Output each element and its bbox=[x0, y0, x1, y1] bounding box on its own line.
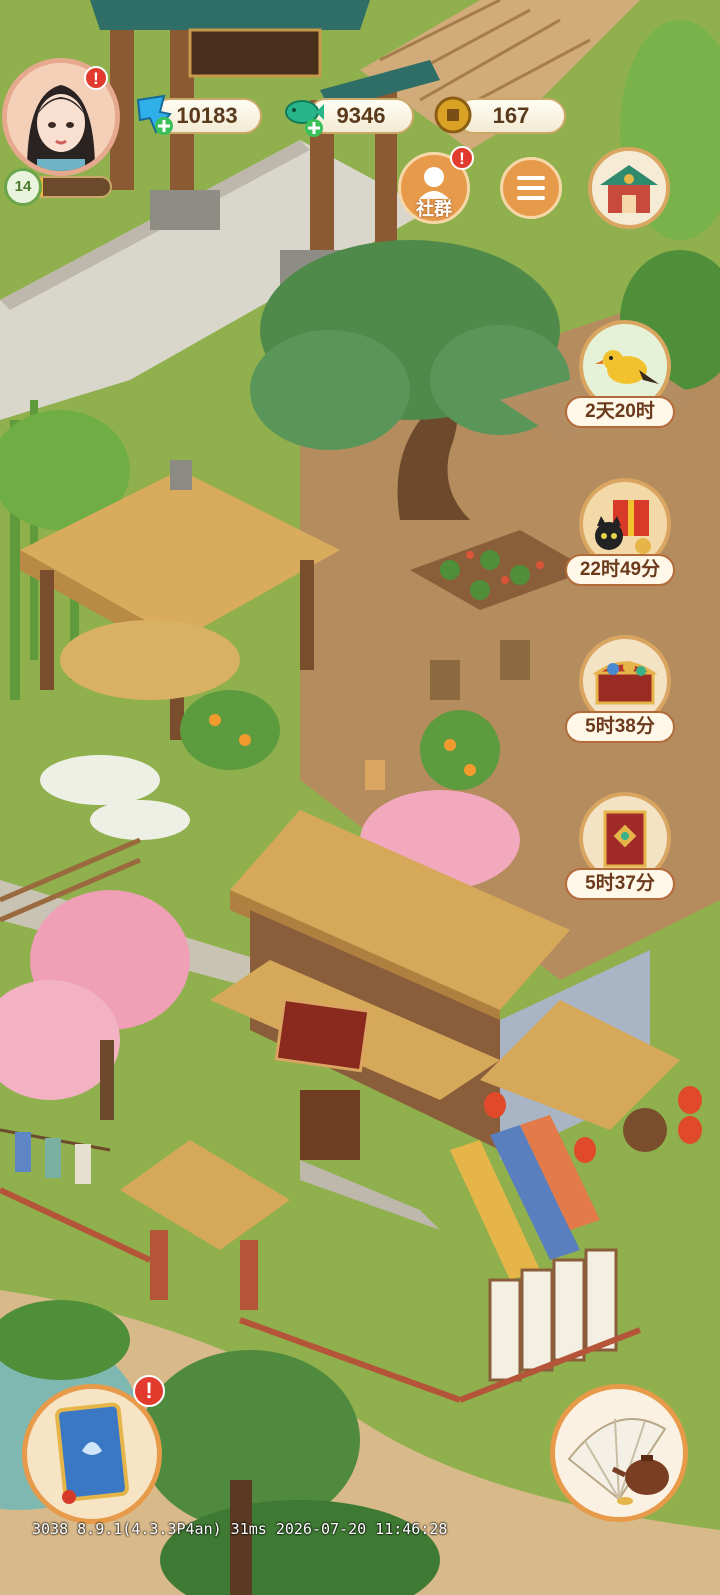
jade-fish-icon bbox=[285, 100, 324, 137]
blue-book-icon bbox=[55, 1402, 129, 1504]
pavilion-shop-button[interactable] bbox=[588, 147, 670, 229]
level-badge: 14 bbox=[4, 168, 42, 206]
event-timer-bird[interactable]: 2天20时 bbox=[565, 320, 685, 440]
event-timer-book-box[interactable]: 5时37分 bbox=[565, 792, 685, 912]
handbook-alert-badge: ! bbox=[133, 1375, 165, 1407]
timer-label-bird: 2天20时 bbox=[565, 396, 675, 428]
community-alert-badge: ! bbox=[450, 146, 474, 170]
event-timer-chest[interactable]: 5时38分 bbox=[565, 635, 685, 755]
timer-label-book-box: 5时37分 bbox=[565, 868, 675, 900]
timer-label-gift: 22时49分 bbox=[565, 554, 675, 586]
pavilion-shop-icon bbox=[600, 165, 658, 213]
debug-info-text: 3038 8.9.1(4.3.3P4an) 31ms 2026-07-20 11… bbox=[32, 1520, 448, 1538]
tea-fan-button[interactable] bbox=[550, 1384, 688, 1522]
menu-lines-icon bbox=[517, 176, 545, 200]
menu-button[interactable] bbox=[500, 157, 562, 219]
copper-coin-icon bbox=[434, 96, 472, 134]
jade-letter-icon bbox=[136, 94, 173, 135]
level-number: 14 bbox=[14, 178, 32, 195]
timer-label-chest: 5时38分 bbox=[565, 711, 675, 743]
community-label: 社群 bbox=[416, 199, 452, 219]
avatar-alert-badge: ! bbox=[84, 66, 108, 90]
event-timer-gift[interactable]: 22时49分 bbox=[565, 478, 685, 598]
fan-teapot-icon bbox=[567, 1418, 669, 1505]
